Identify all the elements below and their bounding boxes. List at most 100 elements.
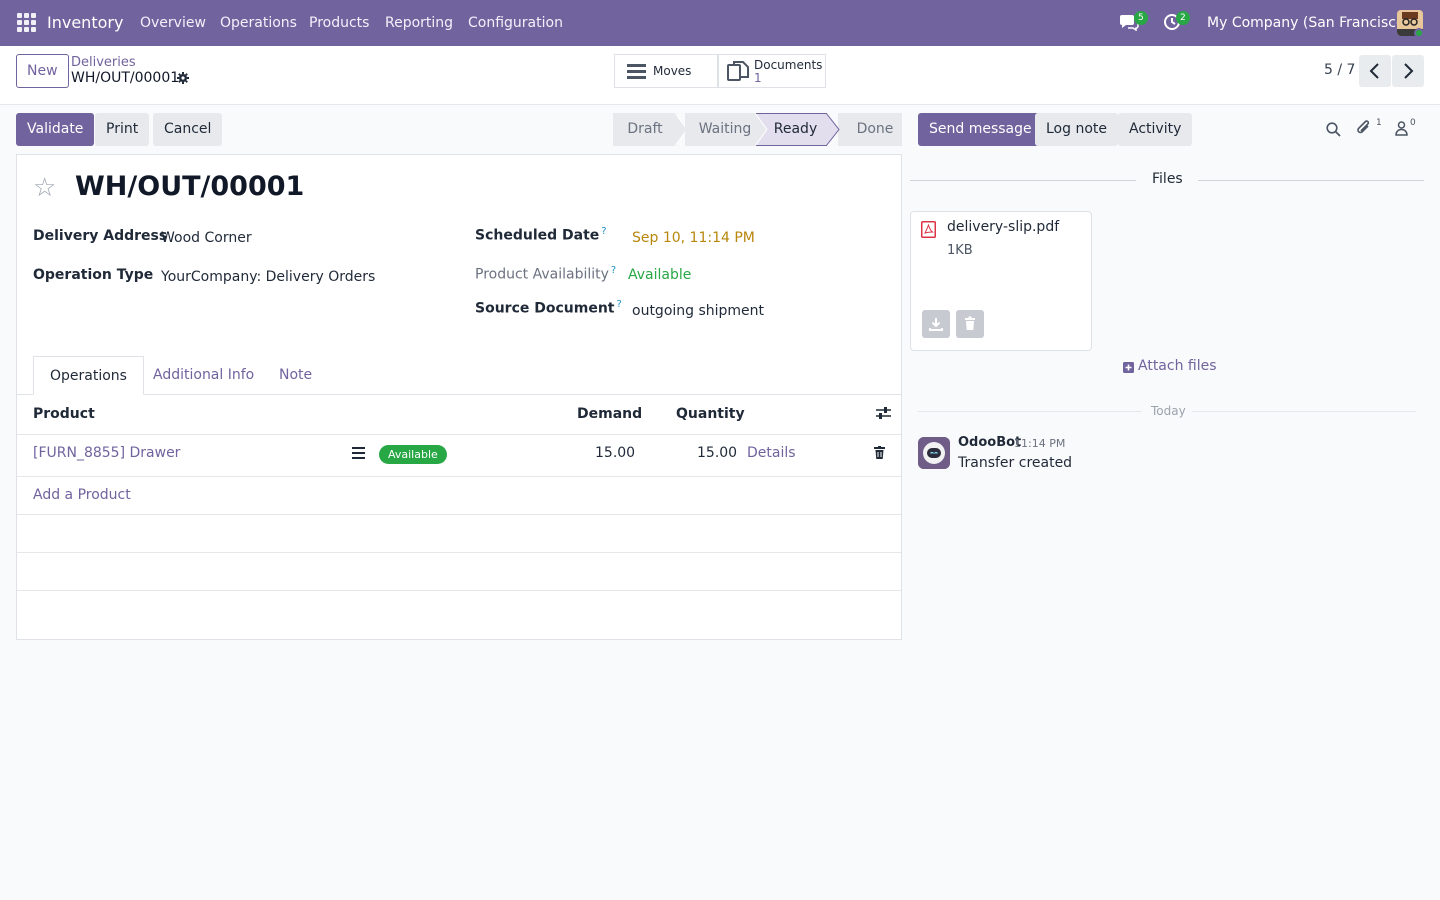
- paperclip-icon[interactable]: [1356, 120, 1372, 140]
- product-availability-value: Available: [628, 267, 692, 283]
- followers-count: 0: [1410, 118, 1416, 128]
- stage-done[interactable]: Done: [838, 113, 902, 146]
- star-icon[interactable]: ☆: [33, 173, 56, 203]
- status-badge: Available: [379, 445, 447, 464]
- attachment-name: delivery-slip.pdf: [947, 219, 1060, 235]
- stage-draft[interactable]: Draft: [613, 113, 677, 146]
- demand-cell[interactable]: 15.00: [595, 445, 635, 461]
- menu-products[interactable]: Products: [309, 15, 369, 31]
- help-tooltip-icon[interactable]: ?: [617, 299, 622, 310]
- pdf-file-icon: [921, 221, 936, 242]
- table-divider: [17, 590, 901, 591]
- list-icon: [627, 64, 646, 83]
- download-button[interactable]: [922, 310, 950, 338]
- list-icon[interactable]: [352, 447, 365, 463]
- breadcrumb-parent[interactable]: Deliveries: [71, 55, 136, 70]
- menu-operations[interactable]: Operations: [220, 15, 297, 31]
- search-icon[interactable]: [1326, 122, 1341, 141]
- column-demand[interactable]: Demand: [577, 406, 642, 422]
- operation-type-label: Operation Type: [33, 267, 154, 283]
- chevron-right-icon: [1404, 63, 1414, 79]
- table-divider: [17, 514, 901, 515]
- chevron-left-icon: [1369, 63, 1379, 79]
- tab-additional-info[interactable]: Additional Info: [137, 356, 270, 395]
- record-title: WH/OUT/00001: [75, 171, 305, 202]
- new-button[interactable]: New: [16, 54, 69, 88]
- help-tooltip-icon[interactable]: ?: [601, 226, 606, 237]
- availability-label-group: Product Availability?: [475, 265, 616, 283]
- activity-button[interactable]: Activity: [1118, 113, 1193, 146]
- files-divider: [1198, 180, 1424, 181]
- scheduled-date-field[interactable]: Sep 10, 11:14 PM: [632, 230, 755, 246]
- optional-columns-icon[interactable]: [876, 406, 891, 424]
- source-document-label: Source Document: [475, 300, 615, 317]
- message-author[interactable]: OdooBot: [958, 435, 1021, 450]
- documents-icon: [727, 61, 749, 85]
- validate-button[interactable]: Validate: [16, 113, 95, 146]
- log-note-button[interactable]: Log note: [1035, 113, 1118, 146]
- moves-label: Moves: [653, 64, 692, 78]
- date-divider: [1192, 411, 1416, 412]
- plus-square-icon[interactable]: [1123, 361, 1134, 377]
- delivery-address-label: Delivery Address: [33, 228, 168, 244]
- print-button[interactable]: Print: [95, 113, 150, 146]
- messages-badge: 5: [1134, 11, 1148, 25]
- product-availability-label: Product Availability: [475, 266, 609, 283]
- apps-menu-icon[interactable]: [17, 13, 36, 32]
- message-body: Transfer created: [958, 455, 1073, 471]
- message-time: 11:14 PM: [1014, 437, 1066, 450]
- menu-reporting[interactable]: Reporting: [385, 15, 453, 31]
- trash-icon[interactable]: [874, 446, 885, 463]
- details-button[interactable]: Details: [747, 445, 796, 461]
- company-switcher[interactable]: My Company (San Francisco): [1207, 15, 1410, 31]
- attach-files-button[interactable]: Attach files: [1138, 358, 1217, 374]
- download-icon: [929, 318, 943, 331]
- app-name[interactable]: Inventory: [47, 13, 123, 32]
- followers-icon[interactable]: [1395, 121, 1408, 140]
- control-panel: New Deliveries WH/OUT/00001 Moves Docume…: [0, 46, 1440, 105]
- tab-note[interactable]: Note: [263, 356, 328, 395]
- pager-value[interactable]: 5 / 7: [1324, 62, 1355, 78]
- top-navbar: Inventory Overview Operations Products R…: [0, 0, 1440, 46]
- column-quantity[interactable]: Quantity: [676, 406, 745, 422]
- stage-waiting[interactable]: Waiting: [685, 113, 755, 146]
- send-message-button[interactable]: Send message: [918, 113, 1043, 146]
- date-divider: [918, 411, 1142, 412]
- documents-count: 1: [754, 71, 762, 85]
- breadcrumb-current: WH/OUT/00001: [71, 70, 180, 86]
- help-tooltip-icon[interactable]: ?: [611, 265, 616, 276]
- cancel-button[interactable]: Cancel: [153, 113, 223, 146]
- menu-configuration[interactable]: Configuration: [468, 15, 563, 31]
- menu-overview[interactable]: Overview: [140, 15, 206, 31]
- delivery-address-field[interactable]: Wood Corner: [161, 230, 252, 246]
- form-sheet: [16, 154, 902, 640]
- files-divider: [910, 180, 1136, 181]
- scheduled-date-label: Scheduled Date: [475, 227, 600, 244]
- delete-attachment-button[interactable]: [956, 310, 984, 338]
- add-product-link[interactable]: Add a Product: [33, 487, 131, 503]
- operation-type-field[interactable]: YourCompany: Delivery Orders: [161, 269, 375, 285]
- product-link[interactable]: [FURN_8855] Drawer: [33, 445, 180, 461]
- table-divider: [17, 552, 901, 553]
- files-title: Files: [1152, 171, 1183, 187]
- tab-operations[interactable]: Operations: [33, 356, 144, 395]
- odoobot-avatar[interactable]: [918, 437, 950, 469]
- source-document-field[interactable]: outgoing shipment: [632, 303, 764, 319]
- stage-arrow: [826, 113, 840, 146]
- date-separator: Today: [1151, 404, 1186, 418]
- pager-next-button[interactable]: [1392, 55, 1424, 87]
- column-product[interactable]: Product: [33, 406, 95, 422]
- attachment-size: 1KB: [947, 243, 973, 258]
- activities-badge: 2: [1176, 11, 1190, 25]
- gear-icon[interactable]: [177, 72, 189, 88]
- attachments-count: 1: [1376, 118, 1382, 128]
- source-document-label-group: Source Document?: [475, 299, 622, 317]
- moves-smart-button[interactable]: Moves: [614, 54, 718, 88]
- pager-previous-button[interactable]: [1359, 55, 1391, 87]
- documents-smart-button[interactable]: Documents 1: [718, 54, 826, 88]
- online-status-dot: [1414, 28, 1424, 38]
- trash-icon: [965, 316, 975, 330]
- stage-arrow: [755, 113, 768, 146]
- quantity-cell[interactable]: 15.00: [697, 445, 737, 461]
- documents-label: Documents: [754, 58, 823, 72]
